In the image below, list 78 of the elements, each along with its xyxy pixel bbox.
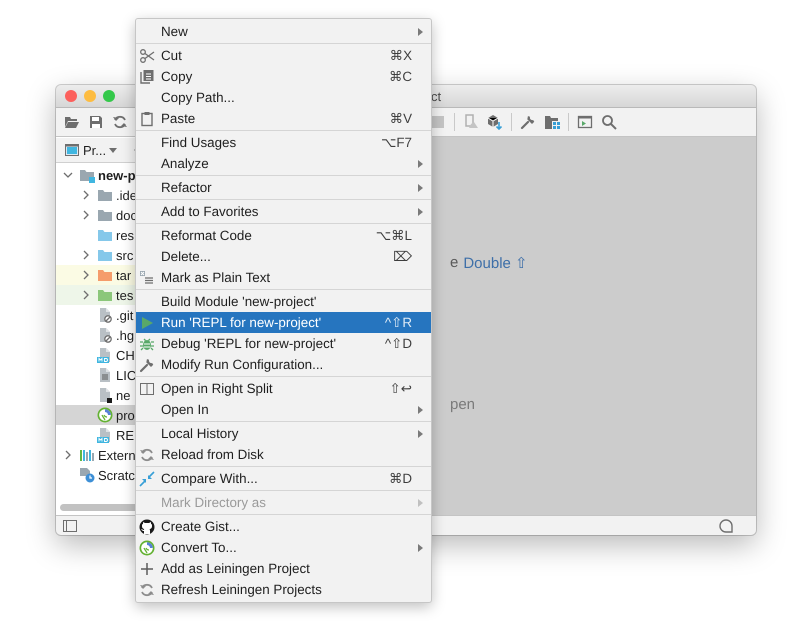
submenu-arrow-icon xyxy=(418,544,423,552)
menu-item[interactable]: Refresh Leiningen Projects xyxy=(136,579,431,600)
clojure-icon xyxy=(139,540,155,556)
plain-text-icon xyxy=(139,270,155,286)
menu-item[interactable]: Run 'REPL for new-project' ^⇧R xyxy=(136,312,431,333)
scissors-icon xyxy=(139,48,155,64)
menu-item[interactable]: Refactor xyxy=(136,177,431,198)
submenu-arrow-icon xyxy=(418,160,423,168)
markdown-file-icon xyxy=(97,427,113,443)
submenu-arrow-icon xyxy=(418,498,423,506)
search-icon xyxy=(601,114,617,130)
folder-icon xyxy=(97,247,113,263)
package-download-icon xyxy=(487,114,503,130)
octocat-icon xyxy=(139,518,155,534)
submenu-arrow-icon xyxy=(418,208,423,216)
folder-icon xyxy=(97,287,113,303)
ignored-file-icon xyxy=(97,327,113,343)
folder-icon xyxy=(97,267,113,283)
view-selector[interactable]: Pr... xyxy=(83,142,106,158)
menu-item[interactable]: Compare With... ⌘D xyxy=(136,468,431,489)
module-folder-icon xyxy=(79,167,95,183)
executable-file-icon xyxy=(97,387,113,403)
menu-item[interactable]: Copy ⌘C xyxy=(136,66,431,87)
menu-item[interactable]: Cut ⌘X xyxy=(136,45,431,66)
keyboard-shortcut: ⌥F7 xyxy=(380,134,412,150)
speech-bubble-icon xyxy=(718,518,734,534)
submenu-arrow-icon xyxy=(418,184,423,192)
shortcut-hint: Double ⇧ xyxy=(463,254,528,272)
keyboard-shortcut: ⌦ xyxy=(393,248,412,264)
open-folder-icon xyxy=(64,114,80,130)
keyboard-shortcut: ^⇧D xyxy=(384,336,412,352)
copy-icon xyxy=(139,68,155,84)
keyboard-shortcut: ^⇧R xyxy=(384,314,412,330)
folder-grid-icon xyxy=(544,114,560,130)
clipboard-icon xyxy=(139,110,155,126)
keyboard-shortcut: ⌘D xyxy=(388,470,412,486)
bug-icon xyxy=(139,336,155,352)
plus-icon xyxy=(139,560,155,576)
submenu-arrow-icon xyxy=(418,430,423,438)
wrench-icon xyxy=(520,114,536,130)
clojure-icon xyxy=(97,407,113,423)
panel-icon xyxy=(64,142,80,158)
reload-icon xyxy=(139,582,155,598)
split-view-icon xyxy=(139,380,155,396)
folder-icon xyxy=(97,187,113,203)
ignored-file-icon xyxy=(97,307,113,323)
text-file-icon xyxy=(97,367,113,383)
compare-icon xyxy=(139,470,155,486)
menu-item[interactable]: New xyxy=(136,21,431,42)
menu-item[interactable]: Add to Favorites xyxy=(136,201,431,222)
folder-icon xyxy=(97,207,113,223)
library-icon xyxy=(79,447,95,463)
dropdown-caret-icon xyxy=(109,148,118,152)
close-button[interactable] xyxy=(65,90,77,102)
keyboard-shortcut: ⌘C xyxy=(388,68,412,84)
wrench-icon xyxy=(139,356,155,372)
menu-item[interactable]: Copy Path... xyxy=(136,87,431,108)
panel-toggle-icon xyxy=(62,518,78,534)
run-icon xyxy=(139,314,155,330)
keyboard-shortcut: ⌥⌘L xyxy=(376,228,412,244)
menu-item[interactable]: Convert To... xyxy=(136,537,431,558)
submenu-arrow-icon xyxy=(418,406,423,414)
markdown-file-icon xyxy=(97,347,113,363)
scratch-file-icon xyxy=(79,467,95,483)
keyboard-shortcut: ⇧↩ xyxy=(390,380,412,396)
menu-item[interactable]: Find Usages ⌥F7 xyxy=(136,132,431,153)
hint-text: pen xyxy=(450,396,476,413)
sync-icon xyxy=(112,114,128,130)
save-icon xyxy=(88,114,104,130)
submenu-arrow-icon xyxy=(418,28,423,36)
keyboard-shortcut: ⌘V xyxy=(390,110,412,126)
terminal-icon xyxy=(577,114,593,130)
keyboard-shortcut: ⌘X xyxy=(390,48,412,64)
folder-icon xyxy=(97,227,113,243)
reload-icon xyxy=(139,446,155,462)
hint-text: e xyxy=(450,254,458,272)
device-icon xyxy=(463,114,479,130)
menu-item[interactable]: Add as Leiningen Project xyxy=(136,558,431,579)
